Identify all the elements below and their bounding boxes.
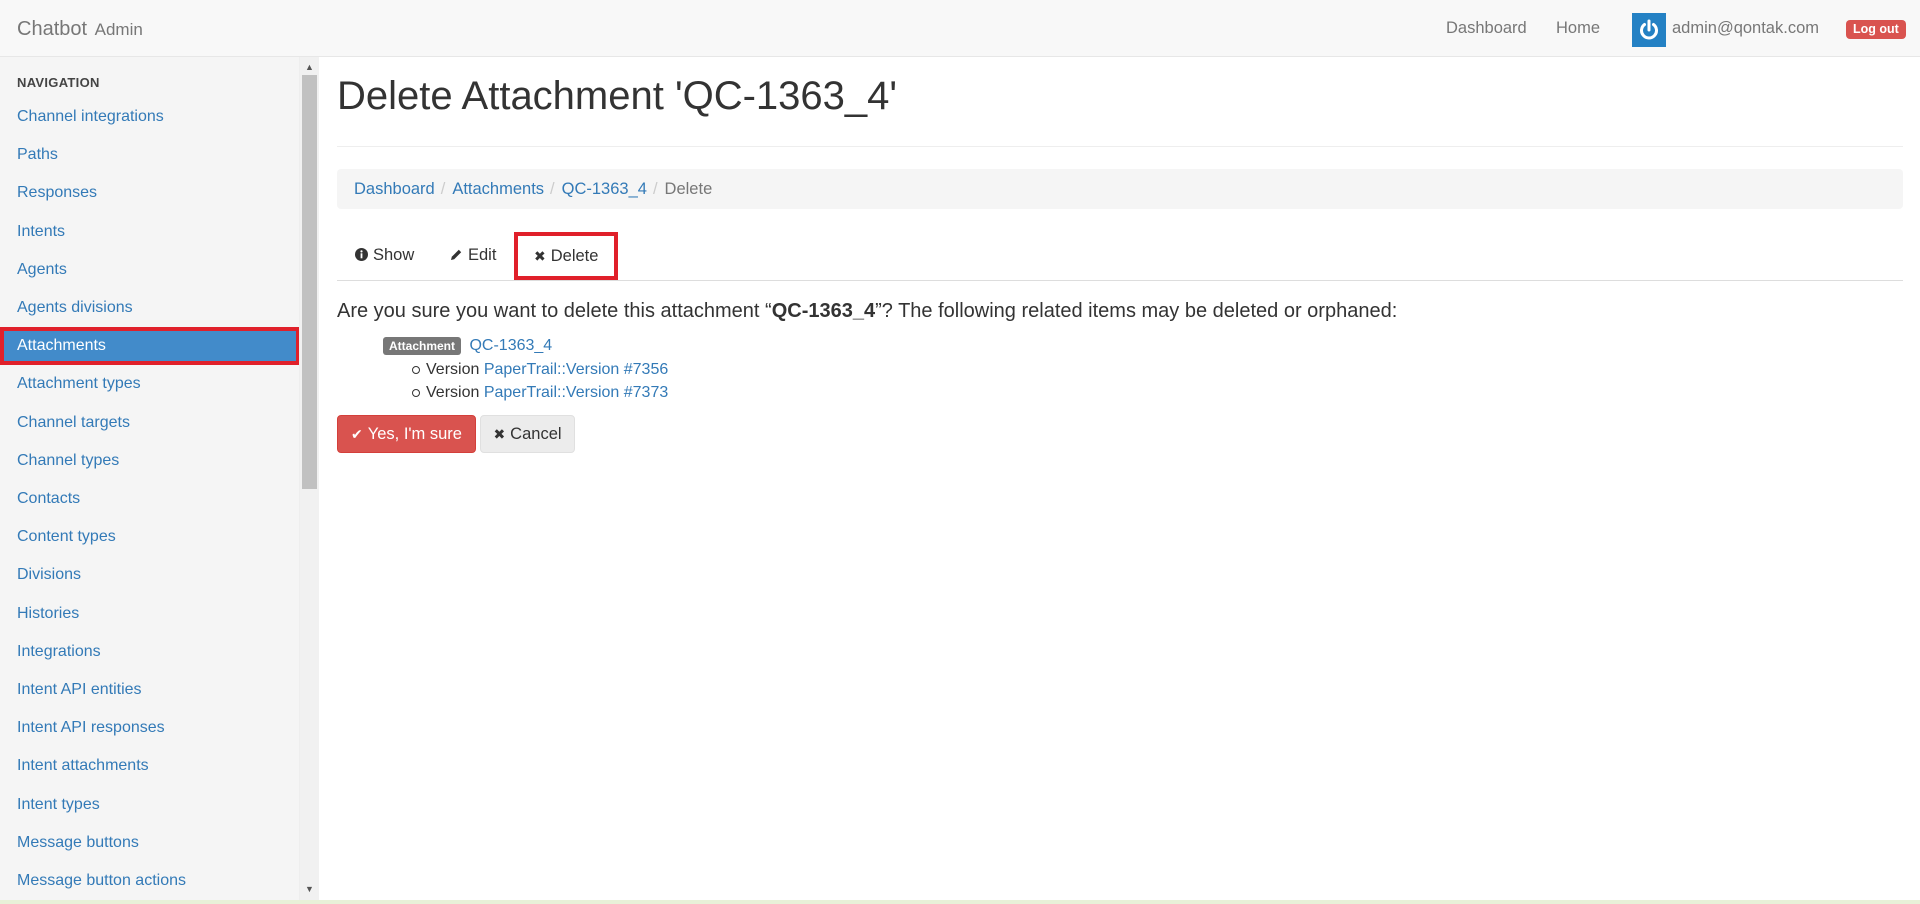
nav-home-link[interactable]: Home — [1556, 19, 1600, 38]
tab-delete[interactable]: ✖ Delete — [514, 232, 619, 280]
breadcrumb: Dashboard / Attachments / QC-1363_4 / De… — [337, 169, 1903, 209]
sidebar: NAVIGATION Channel integrations Paths Resp… — [0, 57, 300, 904]
scroll-thumb[interactable] — [302, 75, 317, 489]
related-versions-list: Version PaperTrail::Version #7356 Versio… — [412, 358, 668, 404]
times-icon: ✖ — [493, 426, 506, 442]
sidebar-item-message-buttons[interactable]: Message buttons — [0, 824, 299, 862]
page-bottom-edge — [0, 900, 1920, 904]
related-attachment-link[interactable]: QC-1363_4 — [469, 337, 552, 354]
action-tabs: Show Edit ✖ Delete — [337, 231, 1903, 281]
sidebar-item-paths[interactable]: Paths — [0, 136, 299, 174]
related-item: Attachment QC-1363_4 — [383, 337, 552, 355]
sidebar-item-attachments[interactable]: Attachments — [0, 327, 299, 366]
sidebar-item-responses[interactable]: Responses — [0, 174, 299, 212]
tab-delete-label: Delete — [550, 246, 599, 265]
confirm-button-label: Yes, I'm sure — [367, 424, 462, 443]
question-text-start: Are you sure you want to delete this att… — [337, 300, 772, 322]
sidebar-item-intent-api-responses[interactable]: Intent API responses — [0, 709, 299, 747]
top-navbar: Chatbot Admin Dashboard Home admin@qonta… — [0, 0, 1920, 57]
logout-button[interactable]: Log out — [1846, 20, 1906, 39]
sidebar-scrollbar[interactable]: ▲ ▼ — [300, 57, 319, 904]
confirm-question: Are you sure you want to delete this att… — [337, 300, 1397, 323]
version-link[interactable]: PaperTrail::Version #7356 — [484, 361, 668, 378]
info-circle-icon — [355, 248, 368, 263]
tab-edit-label: Edit — [468, 246, 497, 264]
nav-dashboard-link[interactable]: Dashboard — [1446, 19, 1527, 38]
sidebar-item-message-button-actions[interactable]: Message button actions — [0, 862, 299, 900]
tab-edit[interactable]: Edit — [450, 231, 496, 280]
sidebar-item-intent-api-entities[interactable]: Intent API entities — [0, 671, 299, 709]
list-item: Version PaperTrail::Version #7356 — [412, 358, 668, 381]
sidebar-item-channel-integrations[interactable]: Channel integrations — [0, 98, 299, 136]
attachment-badge: Attachment — [383, 337, 462, 355]
times-icon: ✖ — [534, 248, 546, 264]
sidebar-item-channel-targets[interactable]: Channel targets — [0, 404, 299, 442]
sidebar-item-divisions[interactable]: Divisions — [0, 556, 299, 594]
tab-show-label: Show — [373, 246, 415, 264]
version-link[interactable]: PaperTrail::Version #7373 — [484, 384, 668, 401]
sidebar-item-channel-types[interactable]: Channel types — [0, 442, 299, 480]
confirm-delete-button[interactable]: ✔ Yes, I'm sure — [337, 415, 476, 453]
sidebar-item-intent-types[interactable]: Intent types — [0, 786, 299, 824]
cancel-button[interactable]: ✖ Cancel — [480, 415, 575, 453]
sidebar-item-histories[interactable]: Histories — [0, 595, 299, 633]
list-item: Version PaperTrail::Version #7373 — [412, 381, 668, 404]
sidebar-item-intents[interactable]: Intents — [0, 213, 299, 251]
breadcrumb-separator: / — [440, 179, 446, 198]
check-icon: ✔ — [351, 426, 363, 442]
breadcrumb-separator: / — [652, 179, 658, 198]
question-text-end: ”? The following related items may be de… — [875, 300, 1398, 322]
version-prefix: Version — [426, 361, 480, 378]
sidebar-item-content-types[interactable]: Content types — [0, 518, 299, 556]
sidebar-item-integrations[interactable]: Integrations — [0, 633, 299, 671]
pencil-icon — [450, 248, 463, 263]
sidebar-header: NAVIGATION — [17, 75, 100, 90]
user-email-link[interactable]: admin@qontak.com — [1672, 19, 1819, 38]
cancel-button-label: Cancel — [510, 424, 562, 443]
breadcrumb-current: Delete — [664, 179, 713, 198]
tab-show[interactable]: Show — [355, 231, 414, 280]
title-divider — [337, 146, 1903, 147]
sidebar-item-contacts[interactable]: Contacts — [0, 480, 299, 518]
breadcrumb-attachments[interactable]: Attachments — [452, 180, 544, 199]
sidebar-item-attachment-types[interactable]: Attachment types — [0, 365, 299, 403]
scroll-up-icon[interactable]: ▲ — [305, 62, 314, 72]
brand-link[interactable]: Chatbot Admin — [17, 18, 143, 41]
breadcrumb-separator: / — [550, 179, 555, 198]
sidebar-item-agents-divisions[interactable]: Agents divisions — [0, 289, 299, 327]
sidebar-item-intent-attachments[interactable]: Intent attachments — [0, 747, 299, 785]
version-prefix: Version — [426, 384, 480, 401]
page-title: Delete Attachment 'QC-1363_4' — [337, 74, 898, 118]
brand-subtitle: Admin — [94, 20, 143, 39]
scroll-down-icon[interactable]: ▼ — [305, 884, 314, 894]
question-item-name: QC-1363_4 — [771, 300, 876, 322]
sidebar-item-agents[interactable]: Agents — [0, 251, 299, 289]
breadcrumb-dashboard[interactable]: Dashboard — [354, 180, 435, 199]
power-icon[interactable] — [1632, 13, 1666, 47]
breadcrumb-attachment[interactable]: QC-1363_4 — [562, 180, 647, 199]
brand-title: Chatbot — [17, 18, 88, 40]
